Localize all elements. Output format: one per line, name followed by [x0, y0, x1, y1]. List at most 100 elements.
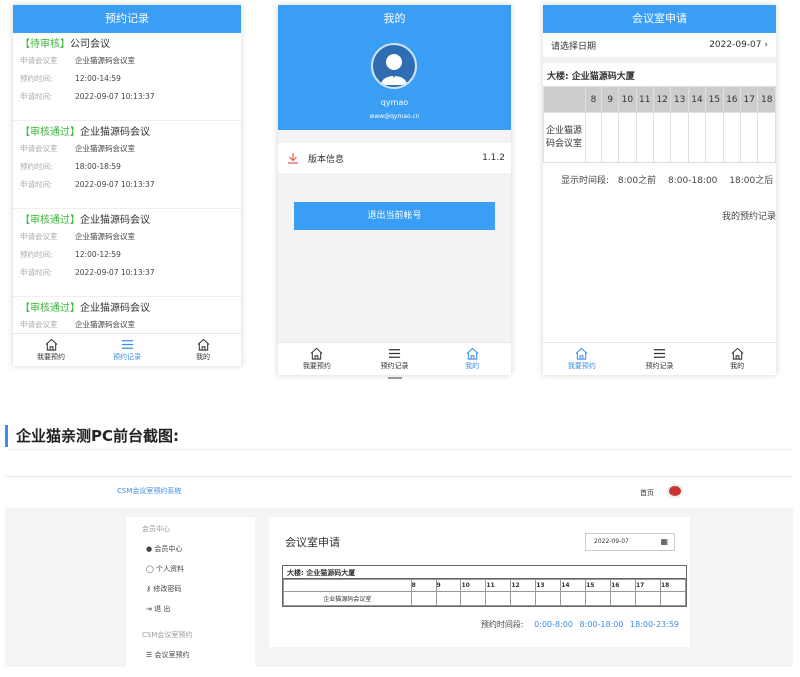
nav-book[interactable]: 我要预约: [278, 343, 356, 375]
hour-header: 9: [435, 579, 462, 592]
hour-slot[interactable]: [618, 112, 637, 163]
record-card[interactable]: 【审核通过】企业猫源码会议 申请会议室 企业猫源码会议室 预约时间: 12:00-12:…: [13, 209, 241, 297]
nav-mine[interactable]: 我的: [165, 334, 241, 366]
version-row[interactable]: 版本信息 1.1.2: [278, 143, 511, 173]
nav-records[interactable]: 预约记录: [621, 343, 699, 375]
side-item-profile[interactable]: ◯ 个人资料: [126, 559, 255, 579]
bottom-nav: 我要预约 预约记录 我的: [13, 333, 241, 366]
side-item-member-center[interactable]: ● 会员中心: [126, 539, 255, 559]
record-title-line: 【审核通过】企业猫源码会议: [20, 302, 234, 316]
hour-slot[interactable]: [635, 112, 654, 163]
hour-slot[interactable]: [652, 112, 672, 163]
phone-room-request: 会议室申请 请选择日期 2022-09-07 › 大楼: 企业猫源码大厦 891…: [543, 5, 776, 375]
hour-slot[interactable]: [722, 112, 742, 163]
download-icon: [288, 153, 298, 164]
my-records-link[interactable]: 我的预约记录: [722, 209, 776, 222]
hour-slot[interactable]: [510, 591, 537, 606]
nav-book[interactable]: 我要预约: [13, 334, 89, 366]
hour-slot[interactable]: [670, 112, 689, 163]
side-item-booking[interactable]: ☰ 会议室预约: [126, 645, 255, 665]
hour-slot[interactable]: [485, 591, 512, 606]
side-group-title: CSM会议室预约: [142, 631, 193, 639]
hour-slot[interactable]: [659, 591, 687, 606]
record-field-label: 申请时间:: [20, 180, 53, 189]
pc-grid-corner: [283, 579, 412, 592]
side-item-label: 修改密码: [153, 585, 182, 593]
record-field: 申请时间: 2022-09-07 10:13:37: [20, 176, 234, 194]
pc-screenshot: CSM会议室预约系统 首页 会员中心 ● 会员中心 ◯ 个人资料 ⚷ 修改密码 …: [5, 476, 793, 677]
record-field-label: 预约时间:: [20, 162, 53, 171]
hour-slot[interactable]: [560, 591, 587, 606]
pc-time-legend: 预约时间段: 0:00-8:00 8:00-18:00 18:00-23:59: [481, 619, 679, 630]
home-icon: [310, 347, 323, 360]
record-field: 申请时间: 2022-09-07 10:13:37: [20, 88, 234, 106]
hour-slot[interactable]: [601, 112, 620, 163]
hour-slot[interactable]: [410, 591, 437, 606]
date-label: 请选择日期: [551, 41, 597, 52]
side-item-password[interactable]: ⚷ 修改密码: [126, 579, 255, 599]
hour-header: 14: [560, 579, 587, 592]
hour-slot[interactable]: [687, 112, 707, 163]
side-item-logout[interactable]: ⇥ 退 出: [126, 599, 255, 619]
record-card[interactable]: 【待审核】公司会议 申请会议室 企业猫源码会议室 预约时间: 12:00-14:59 申请…: [13, 33, 241, 121]
pc-date-input[interactable]: 2022-09-07 ▦: [585, 533, 675, 551]
date-picker-row[interactable]: 请选择日期 2022-09-07 ›: [543, 33, 776, 63]
hour-header: 13: [670, 86, 689, 113]
nav-records-label: 预约记录: [380, 362, 409, 370]
nav-mine[interactable]: 我的: [698, 343, 776, 375]
hour-header: 14: [687, 86, 707, 113]
home-indicator: [388, 377, 402, 379]
hour-slot[interactable]: [460, 591, 487, 606]
hour-slot[interactable]: [584, 112, 603, 163]
nav-book[interactable]: 我要预约: [543, 343, 621, 375]
hour-header: 17: [635, 579, 661, 592]
person-icon: ◯: [146, 565, 154, 573]
side-item-label: 会员中心: [154, 545, 183, 553]
hour-slot[interactable]: [740, 112, 759, 163]
record-title: 公司会议: [70, 39, 110, 50]
hour-header: 18: [659, 579, 687, 592]
list-icon: [121, 340, 133, 349]
hour-slot[interactable]: [435, 591, 462, 606]
record-field: 申请时间: 2022-09-07 10:13:37: [20, 264, 234, 282]
hour-slot[interactable]: [610, 591, 636, 606]
hour-slot[interactable]: [535, 591, 562, 606]
nav-book-label: 我要预约: [302, 362, 331, 370]
version-label: 版本信息: [308, 154, 345, 165]
pc-room-table: 大楼: 企业猫源码大厦 8 9 10 11 12 13 14 15 16 17 18 企业猫源码会议…: [282, 565, 687, 607]
record-status: 【审核通过】: [20, 127, 80, 138]
hour-slot[interactable]: [705, 112, 724, 163]
legend-label: 显示时间段:: [561, 176, 610, 186]
nav-mine[interactable]: 我的: [433, 343, 511, 375]
record-card[interactable]: 【审核通过】企业猫源码会议 申请会议室 企业猫源码会议室 预约时间: 18:00-18:…: [13, 121, 241, 209]
pc-home-link[interactable]: 首页: [640, 488, 654, 498]
bottom-nav: 我要预约 预约记录 我的: [543, 342, 776, 375]
nav-records[interactable]: 预约记录: [356, 343, 434, 375]
calendar-icon[interactable]: ▦: [660, 534, 668, 550]
record-status: 【审核通过】: [20, 215, 80, 226]
hour-slot[interactable]: [757, 112, 776, 163]
nav-records[interactable]: 预约记录: [89, 334, 165, 366]
record-field-value: 12:00-12:59: [75, 250, 121, 259]
record-field: 申请会议室 企业猫源码会议室: [20, 140, 234, 158]
hour-slot[interactable]: [635, 591, 661, 606]
pc-building-label: 大楼: 企业猫源码大厦: [283, 566, 686, 579]
date-value-wrap: 2022-09-07 ›: [709, 40, 768, 50]
record-field-label: 申请时间:: [20, 92, 53, 101]
pc-avatar[interactable]: [667, 484, 683, 498]
record-field: 申请会议室 企业猫源码会议室: [20, 228, 234, 246]
hour-slot[interactable]: [585, 591, 612, 606]
record-field: 申请会议室 企业猫源码会议室: [20, 52, 234, 70]
grid-corner: [543, 86, 586, 113]
record-title-line: 【审核通过】企业猫源码会议: [20, 214, 234, 228]
logout-button[interactable]: 退出当前帐号: [294, 202, 495, 230]
logout-icon: ⇥: [146, 605, 152, 613]
pc-legend-label: 预约时间段:: [480, 620, 524, 629]
nav-book-label: 我要预约: [37, 353, 65, 361]
section-divider: [8, 449, 793, 450]
legend-early: 8:00之前: [617, 176, 657, 186]
record-title: 企业猫源码会议: [80, 303, 150, 314]
record-field-value: 企业猫源码会议室: [75, 320, 135, 329]
pc-brand[interactable]: CSM会议室预约系统: [117, 486, 181, 496]
record-title: 企业猫源码会议: [80, 127, 150, 138]
